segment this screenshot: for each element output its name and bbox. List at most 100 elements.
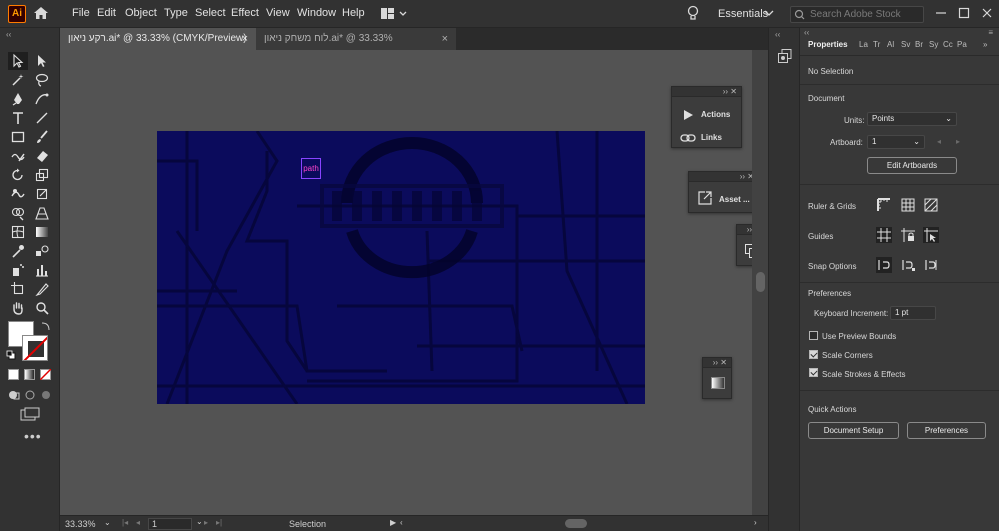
- collapse-toolbar-icon[interactable]: ‹‹: [6, 30, 11, 39]
- menu-edit[interactable]: Edit: [97, 7, 116, 19]
- expand-dock-icon[interactable]: ‹‹: [775, 30, 780, 39]
- menu-effect[interactable]: Effect: [231, 7, 259, 19]
- stroke-swatch[interactable]: [22, 335, 48, 361]
- draw-inside-icon[interactable]: [40, 389, 52, 401]
- search-stock-input[interactable]: Search Adobe Stock: [790, 6, 924, 23]
- pen-tool[interactable]: [8, 90, 28, 108]
- tab-align[interactable]: Al: [887, 40, 894, 49]
- preferences-button[interactable]: Preferences: [907, 422, 986, 439]
- artboard-number-input[interactable]: 1: [148, 518, 192, 530]
- menu-type[interactable]: Type: [164, 7, 188, 19]
- panel-header[interactable]: ›› ✕: [689, 172, 752, 182]
- document-tab-active[interactable]: רקע ניאון.ai* @ 33.33% (CMYK/Preview) ×: [60, 28, 256, 50]
- gradient-panel-icon[interactable]: [711, 377, 725, 389]
- path-selection-label[interactable]: path: [301, 158, 321, 179]
- more-tabs-icon[interactable]: »: [983, 40, 987, 49]
- zoom-level[interactable]: 33.33%: [65, 519, 96, 529]
- use-preview-bounds-checkbox[interactable]: [809, 331, 818, 340]
- asset-export-icon[interactable]: [697, 190, 713, 206]
- tab-close-icon[interactable]: ×: [442, 28, 448, 50]
- play-icon[interactable]: [682, 109, 694, 121]
- symbol-sprayer-tool[interactable]: [8, 261, 28, 279]
- libraries-icon[interactable]: [777, 48, 793, 64]
- menu-select[interactable]: Select: [195, 7, 226, 19]
- canvas-area[interactable]: path ›› ✕ Actions Links ›› ✕ Asset ... ›…: [60, 50, 752, 515]
- curvature-tool[interactable]: [32, 90, 52, 108]
- direct-selection-tool[interactable]: [32, 52, 52, 70]
- eraser-tool[interactable]: [32, 147, 52, 165]
- slice-tool[interactable]: [32, 280, 52, 298]
- draw-behind-icon[interactable]: [24, 389, 36, 401]
- tab-cc-libraries[interactable]: Cc: [943, 40, 953, 49]
- tab-properties[interactable]: Properties: [808, 40, 848, 49]
- links-panel-label[interactable]: Links: [701, 133, 722, 142]
- asset-export-label[interactable]: Asset ...: [719, 195, 750, 204]
- change-screen-mode-icon[interactable]: [20, 407, 40, 421]
- scroll-left-icon[interactable]: ‹: [400, 518, 403, 527]
- zoom-tool[interactable]: [32, 299, 52, 317]
- horizontal-scrollbar-thumb[interactable]: [565, 519, 587, 528]
- tab-symbols[interactable]: Sy: [929, 40, 938, 49]
- edit-artboards-button[interactable]: Edit Artboards: [867, 157, 957, 174]
- lasso-tool[interactable]: [32, 71, 52, 89]
- units-dropdown[interactable]: Points ⌄: [867, 112, 957, 126]
- gradient-mode-button[interactable]: [24, 369, 35, 380]
- default-colors-icon[interactable]: [6, 350, 16, 360]
- last-artboard-icon[interactable]: ▸|: [216, 518, 222, 527]
- ruler-icon[interactable]: [876, 197, 892, 213]
- actions-panel-label[interactable]: Actions: [701, 110, 730, 119]
- artboard[interactable]: [157, 131, 645, 404]
- color-mode-button[interactable]: [8, 369, 19, 380]
- tab-pathfinder[interactable]: Pa: [957, 40, 967, 49]
- artboard-tool[interactable]: [8, 280, 28, 298]
- free-transform-tool[interactable]: [32, 185, 52, 203]
- tab-close-icon[interactable]: ×: [242, 28, 248, 50]
- panel-header[interactable]: ›› ✕: [672, 87, 741, 97]
- snap-to-point-icon[interactable]: [876, 257, 892, 273]
- artboard-dropdown-icon[interactable]: ⌄: [196, 517, 203, 526]
- hand-tool[interactable]: [8, 299, 28, 317]
- draw-normal-icon[interactable]: [8, 389, 20, 401]
- gradient-tool[interactable]: [32, 223, 52, 241]
- first-artboard-icon[interactable]: |◂: [122, 518, 128, 527]
- menu-help[interactable]: Help: [342, 7, 365, 19]
- eyedropper-tool[interactable]: [8, 242, 28, 260]
- grid-icon[interactable]: [900, 197, 916, 213]
- scale-tool[interactable]: [32, 166, 52, 184]
- scrollbar-thumb[interactable]: [756, 272, 765, 292]
- column-graph-tool[interactable]: [32, 261, 52, 279]
- scale-strokes-checkbox[interactable]: [809, 368, 818, 377]
- scroll-right-icon[interactable]: ›: [754, 518, 757, 527]
- next-artboard-icon[interactable]: ▸: [204, 518, 208, 527]
- warp-tool[interactable]: [8, 185, 28, 203]
- status-menu-icon[interactable]: ▶: [390, 518, 396, 527]
- magic-wand-tool[interactable]: [8, 71, 28, 89]
- line-segment-tool[interactable]: [32, 109, 52, 127]
- tab-layers[interactable]: La: [859, 40, 868, 49]
- home-icon[interactable]: [33, 5, 49, 21]
- menu-file[interactable]: File: [72, 7, 90, 19]
- tab-brushes[interactable]: Br: [915, 40, 923, 49]
- workspace-switcher[interactable]: Essentials: [718, 8, 768, 20]
- tab-swatches[interactable]: Sv: [901, 40, 910, 49]
- lock-guides-icon[interactable]: [900, 227, 916, 243]
- rectangle-tool[interactable]: [8, 128, 28, 146]
- maximize-icon[interactable]: [957, 6, 971, 20]
- shaper-tool[interactable]: [8, 147, 28, 165]
- blend-tool[interactable]: [32, 242, 52, 260]
- rotate-tool[interactable]: [8, 166, 28, 184]
- snap-to-pixel-icon[interactable]: [900, 257, 916, 273]
- shape-builder-tool[interactable]: [8, 204, 28, 222]
- type-tool[interactable]: [8, 109, 28, 127]
- show-guides-icon[interactable]: [876, 227, 892, 243]
- panel-header[interactable]: ›› ✕: [737, 225, 752, 235]
- chevron-down-icon[interactable]: [764, 9, 774, 17]
- status-mode[interactable]: Selection: [289, 519, 326, 529]
- scale-corners-checkbox[interactable]: [809, 350, 818, 359]
- mesh-tool[interactable]: [8, 223, 28, 241]
- vertical-scrollbar[interactable]: [752, 50, 768, 515]
- menu-view[interactable]: View: [266, 7, 290, 19]
- artboard-dropdown[interactable]: 1 ⌄: [867, 135, 925, 149]
- swap-fill-stroke-icon[interactable]: [40, 320, 52, 332]
- link-icon[interactable]: [680, 133, 696, 143]
